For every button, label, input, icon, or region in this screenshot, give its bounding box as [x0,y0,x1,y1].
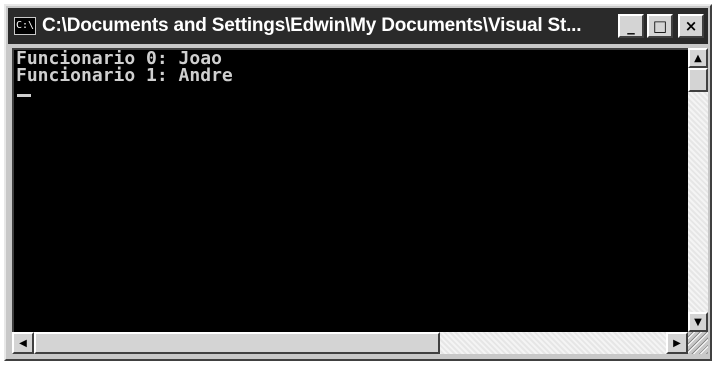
console-line: Funcionario 1: Andre [16,65,233,86]
scroll-right-button[interactable]: ▶ [666,332,688,354]
scroll-down-button[interactable]: ▼ [688,312,708,332]
horizontal-scrollbar[interactable]: ◀ ▶ [12,332,688,354]
title-bar[interactable]: C:\ C:\Documents and Settings\Edwin\My D… [8,8,708,44]
window-controls: _ □ × [618,14,704,38]
maximize-button[interactable]: □ [647,14,673,38]
scroll-left-button[interactable]: ◀ [12,332,34,354]
text-cursor [17,94,31,97]
vertical-scrollbar[interactable]: ▲ ▼ [688,48,708,332]
horizontal-scroll-thumb[interactable] [34,332,440,354]
cmd-icon[interactable]: C:\ [14,17,36,35]
resize-grip[interactable] [688,332,708,354]
vertical-scroll-thumb[interactable] [688,68,708,92]
console-window: C:\ C:\Documents and Settings\Edwin\My D… [4,4,712,361]
minimize-button[interactable]: _ [618,14,644,38]
scroll-up-button[interactable]: ▲ [688,48,708,68]
console-output[interactable]: Funcionario 0: Joao Funcionario 1: Andre [12,48,690,332]
close-button[interactable]: × [678,14,704,38]
window-title: C:\Documents and Settings\Edwin\My Docum… [42,15,582,36]
